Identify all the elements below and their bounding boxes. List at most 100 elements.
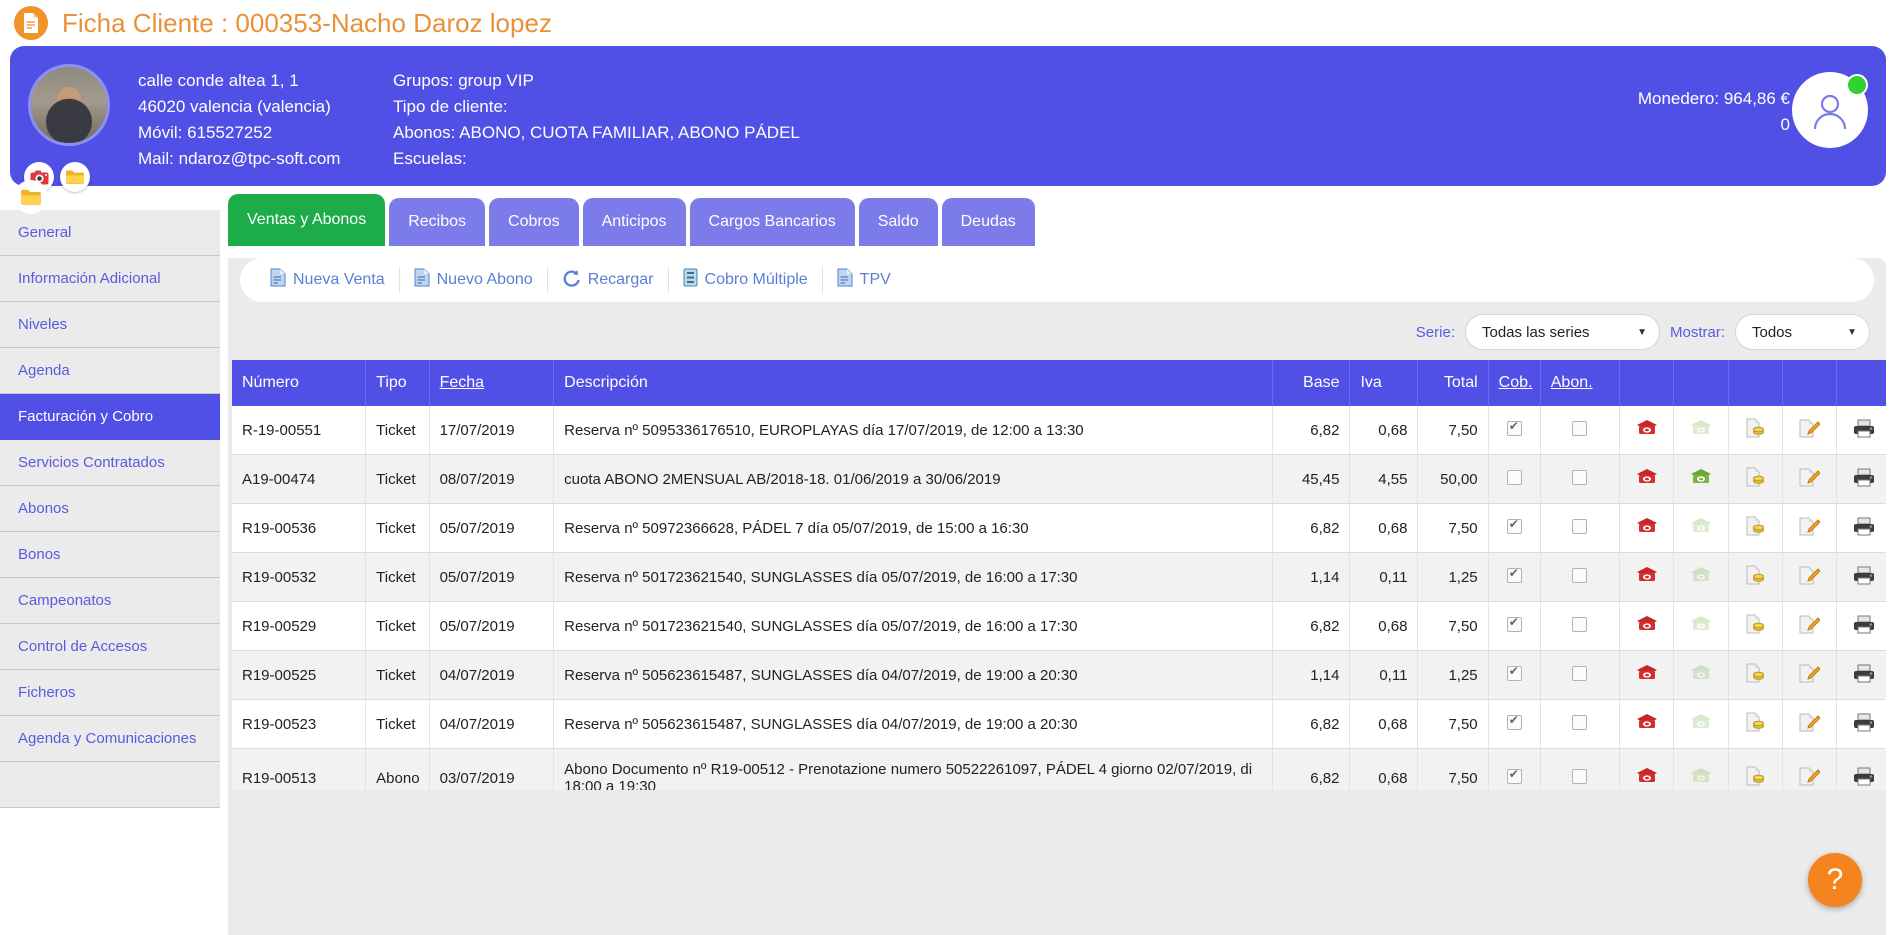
imprimir-icon[interactable] bbox=[1853, 615, 1875, 634]
sidebar-item-ficheros[interactable]: Ficheros bbox=[0, 670, 220, 716]
action-imprimir[interactable] bbox=[1836, 454, 1886, 504]
sidebar-item-extra[interactable] bbox=[0, 762, 220, 808]
editar-icon[interactable] bbox=[1799, 713, 1821, 732]
tab-deudas[interactable]: Deudas bbox=[941, 198, 1035, 246]
cob-checkbox[interactable] bbox=[1506, 469, 1522, 485]
action-editar[interactable] bbox=[1782, 601, 1838, 651]
action-devolver[interactable] bbox=[1619, 601, 1675, 651]
imprimir-icon[interactable] bbox=[1853, 664, 1875, 683]
devolver-icon[interactable] bbox=[1636, 517, 1658, 535]
cob-checkbox[interactable] bbox=[1506, 664, 1522, 681]
imprimir-icon[interactable] bbox=[1853, 713, 1875, 732]
tab-anticipos[interactable]: Anticipos bbox=[582, 198, 686, 246]
cobrar-icon[interactable] bbox=[1690, 713, 1712, 731]
action-editar[interactable] bbox=[1782, 406, 1838, 455]
imprimir-icon[interactable] bbox=[1853, 468, 1875, 487]
cobrar-icon[interactable] bbox=[1690, 517, 1712, 535]
mostrar-select[interactable]: Todos ▼ bbox=[1735, 314, 1870, 350]
action-imprimir[interactable] bbox=[1836, 503, 1886, 553]
cobrar-icon[interactable] bbox=[1690, 664, 1712, 682]
abon-checkbox[interactable] bbox=[1572, 567, 1588, 583]
documento-cobro-icon[interactable] bbox=[1745, 467, 1765, 487]
cell-abon[interactable] bbox=[1540, 601, 1621, 651]
documento-cobro-icon[interactable] bbox=[1745, 516, 1765, 536]
tab-ventas-y-abonos[interactable]: Ventas y Abonos bbox=[228, 194, 386, 246]
action-cobrar[interactable] bbox=[1673, 699, 1729, 749]
abon-checkbox[interactable] bbox=[1572, 714, 1588, 730]
tab-recibos[interactable]: Recibos bbox=[389, 198, 486, 246]
action-documento-cobro[interactable] bbox=[1728, 552, 1784, 602]
table-row[interactable]: R19-00513 Abono 03/07/2019 Abono Documento … bbox=[232, 748, 1886, 790]
imprimir-icon[interactable] bbox=[1853, 419, 1875, 438]
col-cob[interactable]: Cob. bbox=[1488, 360, 1541, 406]
col-abon[interactable]: Abon. bbox=[1540, 360, 1621, 406]
cell-cob[interactable] bbox=[1488, 406, 1541, 455]
abon-checkbox[interactable] bbox=[1572, 616, 1588, 632]
action-editar[interactable] bbox=[1782, 552, 1838, 602]
cob-checkbox[interactable] bbox=[1506, 419, 1522, 436]
table-row[interactable]: R19-00536 Ticket 05/07/2019 Reserva nº 5097… bbox=[232, 503, 1886, 553]
help-button[interactable]: ? bbox=[1808, 853, 1862, 907]
action-imprimir[interactable] bbox=[1836, 406, 1886, 455]
editar-icon[interactable] bbox=[1799, 664, 1821, 683]
devolver-icon[interactable] bbox=[1636, 566, 1658, 584]
action-documento-cobro[interactable] bbox=[1728, 650, 1784, 700]
cell-abon[interactable] bbox=[1540, 650, 1621, 700]
cob-checkbox[interactable] bbox=[1506, 517, 1522, 534]
documento-cobro-icon[interactable] bbox=[1745, 712, 1765, 732]
cob-checkbox[interactable] bbox=[1506, 615, 1522, 632]
cell-cob[interactable] bbox=[1488, 748, 1541, 790]
table-row[interactable]: R19-00529 Ticket 05/07/2019 Reserva nº 5017… bbox=[232, 601, 1886, 651]
editar-icon[interactable] bbox=[1799, 468, 1821, 487]
editar-icon[interactable] bbox=[1799, 566, 1821, 585]
sidebar-item-abonos[interactable]: Abonos bbox=[0, 486, 220, 532]
action-documento-cobro[interactable] bbox=[1728, 503, 1784, 553]
cobrar-icon[interactable] bbox=[1690, 566, 1712, 584]
editar-icon[interactable] bbox=[1799, 419, 1821, 438]
action-documento-cobro[interactable] bbox=[1728, 748, 1784, 790]
action-devolver[interactable] bbox=[1619, 454, 1675, 504]
action-imprimir[interactable] bbox=[1836, 552, 1886, 602]
action-imprimir[interactable] bbox=[1836, 650, 1886, 700]
sidebar-item-informacion-adicional[interactable]: Información Adicional bbox=[0, 256, 220, 302]
action-devolver[interactable] bbox=[1619, 650, 1675, 700]
cell-cob[interactable] bbox=[1488, 503, 1541, 553]
table-row[interactable]: R19-00532 Ticket 05/07/2019 Reserva nº 5017… bbox=[232, 552, 1886, 602]
action-imprimir[interactable] bbox=[1836, 601, 1886, 651]
action-cobrar[interactable] bbox=[1673, 601, 1729, 651]
action-cobrar[interactable] bbox=[1673, 503, 1729, 553]
cob-checkbox[interactable] bbox=[1506, 566, 1522, 583]
devolver-icon[interactable] bbox=[1636, 664, 1658, 682]
action-documento-cobro[interactable] bbox=[1728, 601, 1784, 651]
cell-cob[interactable] bbox=[1488, 650, 1541, 700]
table-scroll[interactable]: Número Tipo Fecha Descripción Base Iva T… bbox=[232, 360, 1886, 790]
sidebar-item-campeonatos[interactable]: Campeonatos bbox=[0, 578, 220, 624]
cell-abon[interactable] bbox=[1540, 454, 1621, 504]
action-cobrar[interactable] bbox=[1673, 552, 1729, 602]
action-devolver[interactable] bbox=[1619, 503, 1675, 553]
documento-cobro-icon[interactable] bbox=[1745, 663, 1765, 683]
action-editar[interactable] bbox=[1782, 748, 1838, 790]
action-imprimir[interactable] bbox=[1836, 699, 1886, 749]
abon-checkbox[interactable] bbox=[1572, 469, 1588, 485]
sidebar-item-facturacion-y-cobro[interactable]: Facturación y Cobro bbox=[0, 394, 220, 440]
editar-icon[interactable] bbox=[1799, 517, 1821, 536]
action-documento-cobro[interactable] bbox=[1728, 406, 1784, 455]
action-editar[interactable] bbox=[1782, 454, 1838, 504]
table-row[interactable]: R19-00523 Ticket 04/07/2019 Reserva nº 5056… bbox=[232, 699, 1886, 749]
tpv-button[interactable]: TPV bbox=[823, 267, 905, 293]
action-cobrar[interactable] bbox=[1673, 406, 1729, 455]
action-editar[interactable] bbox=[1782, 650, 1838, 700]
cell-cob[interactable] bbox=[1488, 454, 1541, 504]
tab-cargos-bancarios[interactable]: Cargos Bancarios bbox=[689, 198, 855, 246]
cell-abon[interactable] bbox=[1540, 699, 1621, 749]
sidebar-item-agenda-y-comunicaciones[interactable]: Agenda y Comunicaciones bbox=[0, 716, 220, 762]
action-editar[interactable] bbox=[1782, 699, 1838, 749]
devolver-icon[interactable] bbox=[1636, 713, 1658, 731]
documento-cobro-icon[interactable] bbox=[1745, 614, 1765, 634]
action-devolver[interactable] bbox=[1619, 552, 1675, 602]
cell-abon[interactable] bbox=[1540, 503, 1621, 553]
devolver-icon[interactable] bbox=[1636, 615, 1658, 633]
cob-checkbox[interactable] bbox=[1506, 767, 1522, 784]
cobrar-icon[interactable] bbox=[1690, 419, 1712, 437]
